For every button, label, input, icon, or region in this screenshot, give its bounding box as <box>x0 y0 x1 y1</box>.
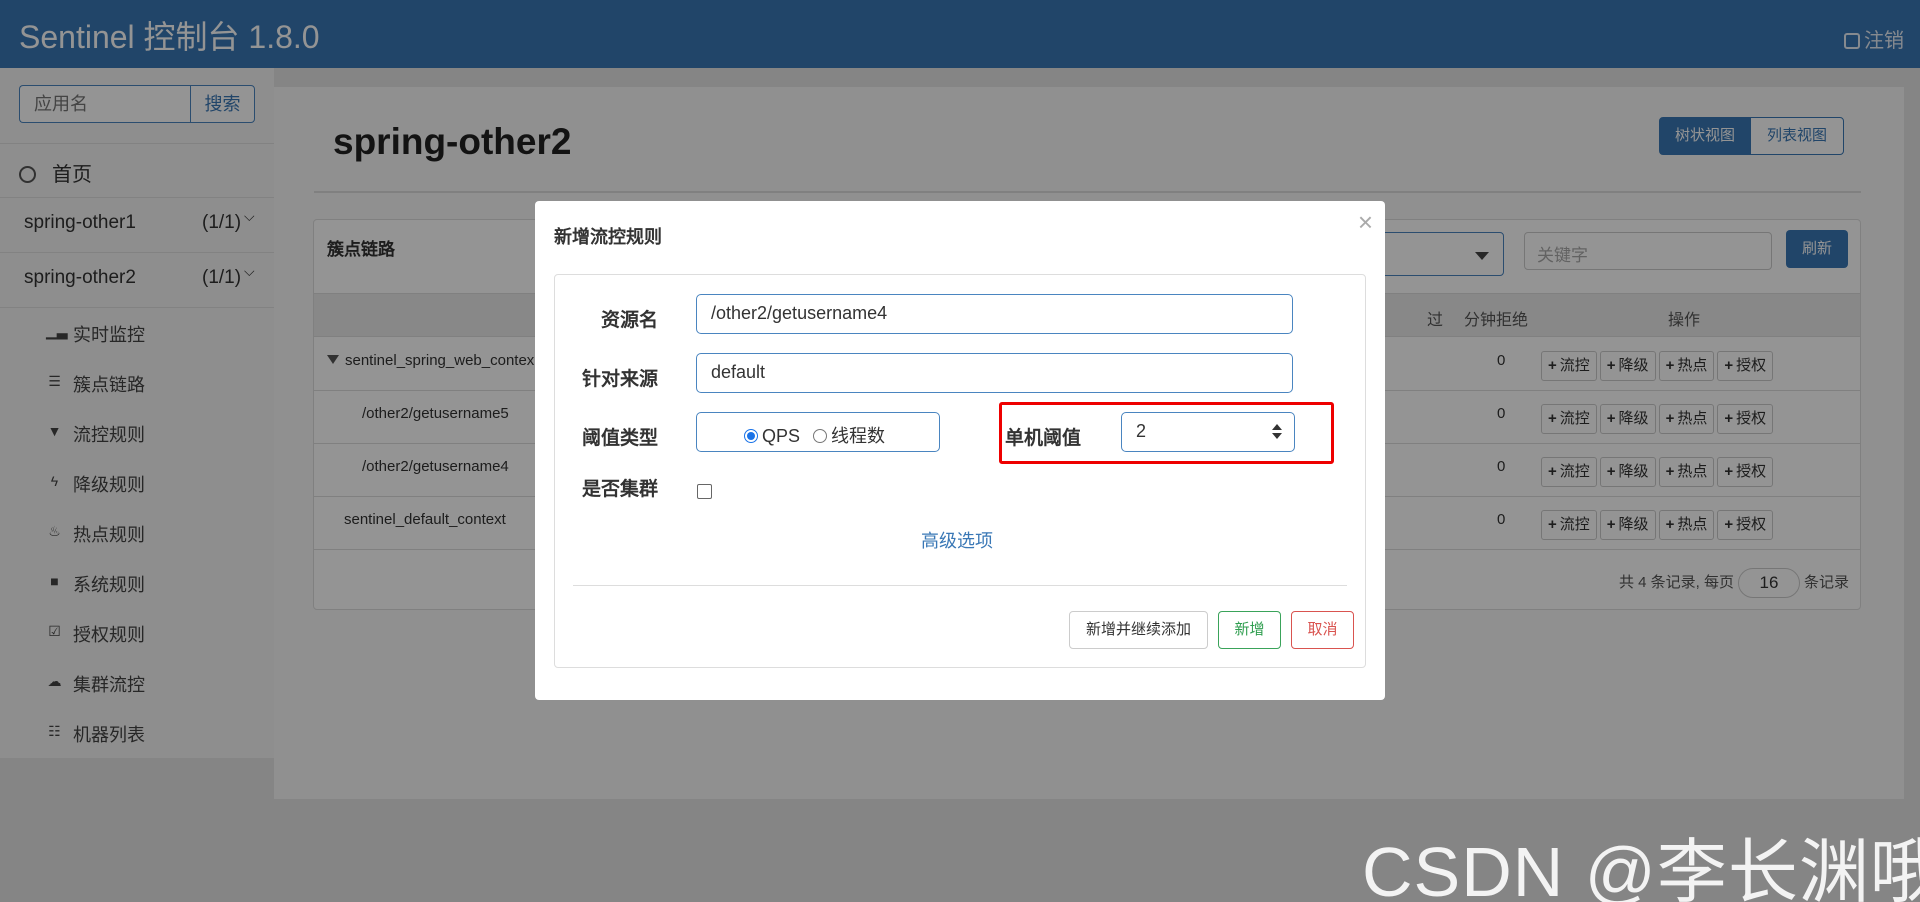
radio-checked-icon <box>744 429 758 443</box>
close-icon[interactable]: × <box>1358 207 1373 238</box>
limit-app-label: 针对来源 <box>582 369 659 390</box>
grade-thread-radio[interactable]: 线程数 <box>813 426 885 446</box>
add-flow-rule-dialog: 新增流控规则 × 资源名 /other2/getusername4 针对来源 d… <box>535 201 1385 700</box>
radio-unchecked-icon <box>813 429 828 443</box>
dialog-form: 资源名 /other2/getusername4 针对来源 default 阈值… <box>554 274 1366 668</box>
grade-label: 阈值类型 <box>582 428 659 449</box>
cluster-checkbox[interactable] <box>697 484 712 499</box>
count-label: 单机阈值 <box>1005 428 1082 449</box>
add-button[interactable]: 新增 <box>1218 611 1281 649</box>
dialog-title: 新增流控规则 <box>554 227 662 247</box>
add-and-continue-button[interactable]: 新增并继续添加 <box>1069 611 1208 649</box>
resource-label: 资源名 <box>601 310 659 331</box>
cluster-label: 是否集群 <box>582 479 659 500</box>
advanced-options-link[interactable]: 高级选项 <box>921 527 993 553</box>
limit-app-input[interactable]: default <box>696 353 1293 393</box>
watermark: CSDN @李长渊哦 <box>1362 833 1920 902</box>
spinner-icon[interactable] <box>1272 424 1282 440</box>
grade-radio-group: QPS 线程数 <box>696 412 940 452</box>
count-input[interactable]: 2 <box>1121 412 1295 452</box>
resource-input[interactable]: /other2/getusername4 <box>696 294 1293 334</box>
cancel-button[interactable]: 取消 <box>1291 611 1354 649</box>
grade-qps-radio[interactable]: QPS <box>744 426 800 446</box>
divider <box>573 585 1347 586</box>
